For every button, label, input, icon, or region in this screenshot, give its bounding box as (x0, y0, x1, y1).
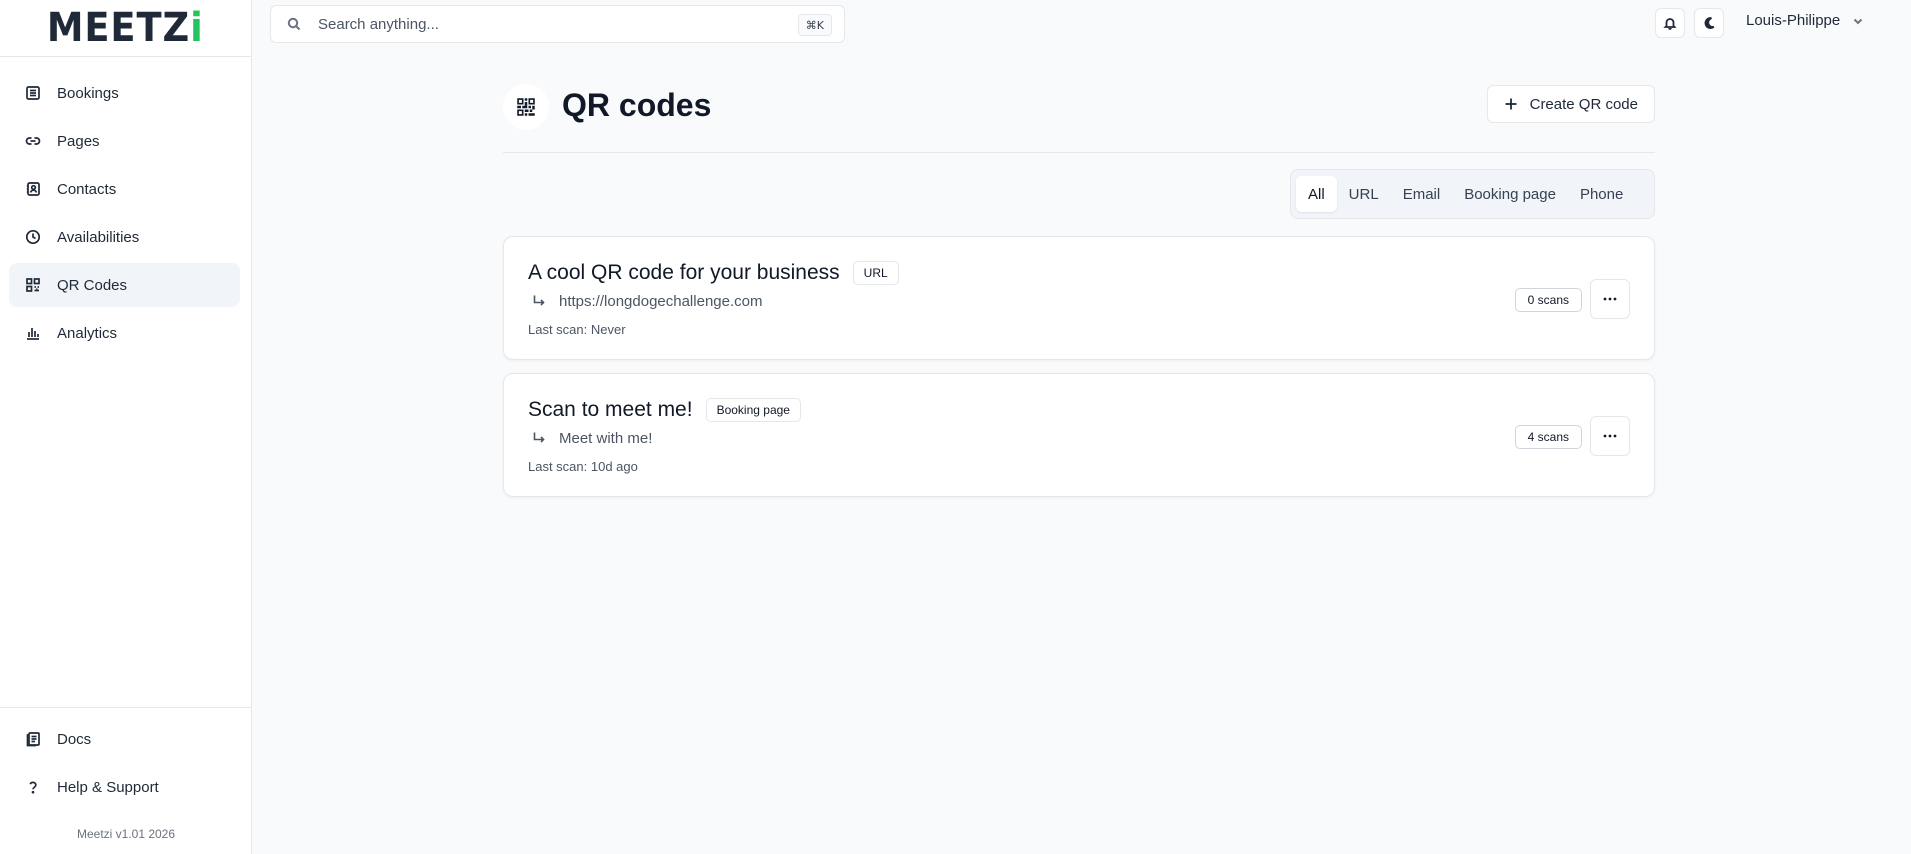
logo-area: MEETZi (0, 0, 251, 57)
search-bar[interactable]: ⌘K (270, 5, 845, 43)
sidebar-footer: Docs Help & Support (0, 707, 252, 813)
more-horizontal-icon (1603, 434, 1617, 438)
moon-icon (1702, 16, 1716, 30)
qr-code-card[interactable]: Scan to meet me! Booking page Meet with … (503, 373, 1655, 497)
arrow-return-icon (532, 294, 548, 310)
arrow-return-icon (532, 431, 548, 447)
page-header: QR codes Create QR code (503, 84, 1655, 153)
theme-toggle-button[interactable] (1694, 8, 1724, 38)
sidebar-item-label: Contacts (57, 180, 117, 198)
sidebar: MEETZi Bookings Pages Contacts Availabil… (0, 0, 252, 854)
sidebar-item-label: Analytics (57, 324, 118, 342)
qr-code-icon (503, 84, 549, 130)
sidebar-item-label: Availabilities (57, 228, 140, 246)
sidebar-item-availabilities[interactable]: Availabilities (9, 215, 240, 259)
bell-icon (1663, 16, 1677, 30)
sidebar-item-analytics[interactable]: Analytics (9, 311, 240, 355)
meetzi-logo[interactable]: MEETZi (47, 8, 204, 48)
last-scan: Last scan: Never (528, 322, 626, 337)
qr-code-icon (25, 277, 41, 293)
qr-code-title: A cool QR code for your business (528, 261, 840, 284)
link-icon (25, 133, 41, 149)
more-options-button[interactable] (1590, 279, 1630, 319)
filter-all[interactable]: All (1296, 176, 1337, 212)
create-qr-code-button[interactable]: Create QR code (1486, 85, 1655, 123)
search-icon (287, 17, 301, 31)
sidebar-item-qr-codes[interactable]: QR Codes (9, 263, 240, 307)
qr-type-badge: Booking page (705, 398, 801, 422)
filter-phone[interactable]: Phone (1568, 176, 1635, 212)
qr-code-card[interactable]: A cool QR code for your business URL htt… (503, 236, 1655, 360)
qr-type-badge: URL (852, 261, 899, 285)
sidebar-item-contacts[interactable]: Contacts (9, 167, 240, 211)
user-menu[interactable]: Louis-Philippe (1746, 12, 1864, 29)
question-icon (25, 779, 41, 795)
bar-chart-icon (25, 325, 41, 341)
sidebar-item-label: QR Codes (57, 276, 128, 294)
create-button-label: Create QR code (1529, 95, 1638, 113)
docs-icon (25, 731, 41, 747)
filter-email[interactable]: Email (1391, 176, 1453, 212)
search-shortcut-badge: ⌘K (797, 14, 832, 36)
bookings-icon (25, 85, 41, 101)
notifications-button[interactable] (1655, 8, 1685, 38)
sidebar-item-pages[interactable]: Pages (9, 119, 240, 163)
scan-count-badge: 4 scans (1514, 425, 1582, 449)
contacts-icon (25, 181, 41, 197)
sidebar-item-help-support[interactable]: Help & Support (9, 765, 243, 809)
sidebar-item-bookings[interactable]: Bookings (9, 71, 240, 115)
sidebar-item-label: Help & Support (57, 778, 159, 796)
filter-url[interactable]: URL (1337, 176, 1391, 212)
qr-code-target: Meet with me! (559, 430, 653, 447)
app-version: Meetzi v1.01 2026 (76, 827, 176, 841)
page-title: QR codes (562, 87, 712, 123)
sidebar-item-label: Bookings (57, 84, 119, 102)
chevron-down-icon (1840, 15, 1864, 27)
user-name: Louis-Philippe (1746, 12, 1841, 29)
clock-icon (25, 229, 41, 245)
filter-booking-page[interactable]: Booking page (1452, 176, 1568, 212)
plus-icon (1504, 97, 1530, 111)
qr-code-target: https://longdogechallenge.com (559, 293, 763, 310)
type-filter-tabs: All URL Email Booking page Phone (1290, 169, 1655, 219)
scan-count-badge: 0 scans (1514, 288, 1582, 312)
search-input[interactable] (316, 14, 780, 34)
qr-code-title: Scan to meet me! (528, 398, 693, 421)
sidebar-nav: Bookings Pages Contacts Availabilities Q… (9, 71, 240, 359)
sidebar-item-label: Pages (57, 132, 100, 150)
sidebar-item-label: Docs (57, 730, 92, 748)
more-options-button[interactable] (1590, 416, 1630, 456)
sidebar-item-docs[interactable]: Docs (9, 717, 243, 761)
more-horizontal-icon (1603, 297, 1617, 301)
last-scan: Last scan: 10d ago (528, 459, 638, 474)
